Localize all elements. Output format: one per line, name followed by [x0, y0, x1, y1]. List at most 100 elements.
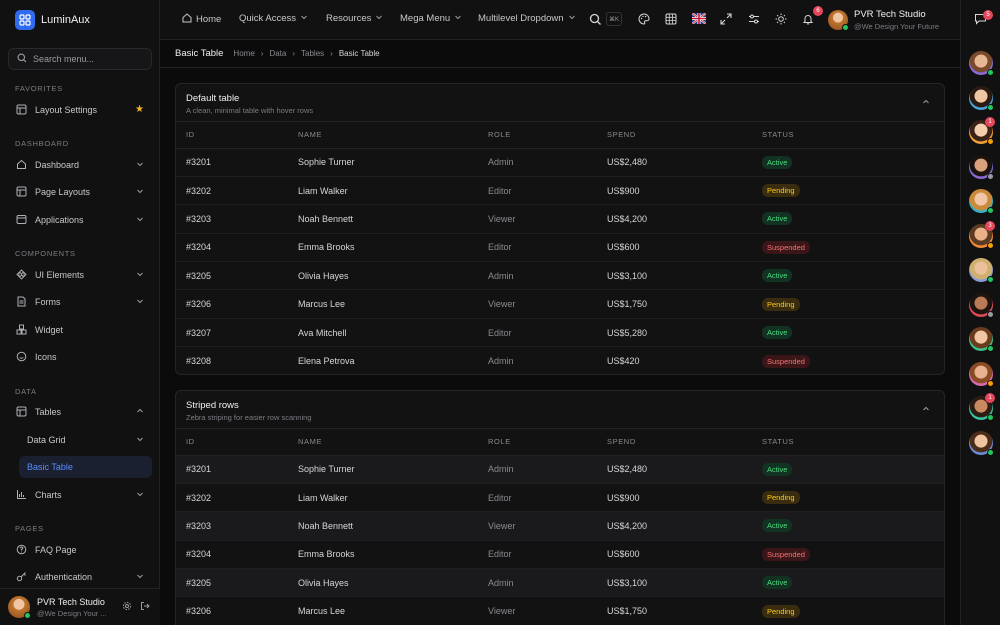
chevron-up-icon[interactable] — [922, 98, 930, 108]
sliders-icon[interactable] — [748, 13, 760, 27]
status-cell: Active — [762, 568, 944, 598]
contact-avatar[interactable]: 1 — [969, 117, 995, 145]
notification-badge: 6 — [813, 6, 823, 16]
palette-icon[interactable] — [638, 13, 650, 27]
sidebar-item-tables[interactable]: Tables — [8, 401, 152, 423]
nav-multilevel-dropdown[interactable]: Multilevel Dropdown — [478, 13, 576, 24]
sidebar-item-icons[interactable]: Icons — [8, 346, 152, 368]
avatar[interactable] — [8, 596, 31, 619]
sidebar-item-label: Applications — [35, 215, 84, 225]
breadcrumb-home[interactable]: Home — [233, 49, 254, 58]
table-row[interactable]: #3205 Olivia Hayes Admin US$3,100 Active — [176, 261, 944, 291]
logout-icon[interactable] — [140, 601, 150, 613]
contact-avatar[interactable] — [969, 85, 994, 111]
sidebar-item-authentication[interactable]: Authentication — [8, 566, 152, 588]
contact-avatar[interactable] — [969, 292, 994, 318]
fullscreen-icon[interactable] — [720, 13, 732, 27]
breadcrumb-tables[interactable]: Tables — [301, 49, 324, 58]
sidebar-item-dashboard[interactable]: Dashboard — [8, 154, 152, 176]
contact-avatar[interactable] — [969, 189, 994, 214]
user-menu[interactable]: PVR Tech Studio @We Design Your Future — [828, 9, 939, 31]
column-header-name[interactable]: NAME — [298, 122, 488, 149]
search-input[interactable] — [33, 54, 143, 64]
column-header-id[interactable]: ID — [176, 122, 298, 149]
table-row[interactable]: #3208 Elena Petrova Admin US$420 Suspended — [176, 347, 944, 374]
status-cell: Active — [762, 204, 944, 234]
column-header-role[interactable]: ROLE — [488, 122, 607, 149]
brand[interactable]: LuminAux — [15, 10, 90, 30]
smile-icon — [16, 351, 27, 364]
presence-status-dot — [987, 448, 994, 456]
sidebar-item-label: Dashboard — [35, 160, 80, 170]
status-cell: Pending — [762, 597, 944, 625]
nav-home[interactable]: Home — [182, 13, 221, 26]
status-cell: Pending — [762, 176, 944, 206]
table-row[interactable]: #3203 Noah Bennett Viewer US$4,200 Active — [176, 511, 944, 541]
breadcrumb-data[interactable]: Data — [269, 49, 286, 58]
contact-avatar[interactable] — [969, 258, 994, 283]
card-header: Default table A clean, minimal table wit… — [176, 84, 944, 122]
table-row[interactable]: #3202 Liam Walker Editor US$900 Pending — [176, 176, 944, 206]
nav-resources[interactable]: Resources — [326, 13, 383, 24]
role-cell: Admin — [488, 568, 607, 598]
sidebar-item-applications[interactable]: Applications — [8, 209, 152, 231]
sidebar-item-widget[interactable]: Widget — [8, 319, 152, 341]
table-row[interactable]: #3206 Marcus Lee Viewer US$1,750 Pending — [176, 289, 944, 319]
search-box[interactable] — [8, 48, 152, 70]
status-cell: Active — [762, 261, 944, 291]
column-header-id[interactable]: ID — [176, 429, 298, 456]
column-header-role[interactable]: ROLE — [488, 429, 607, 456]
contact-avatar[interactable] — [969, 361, 994, 387]
profile-subtitle: @We Design Your ... — [37, 608, 107, 618]
table-row[interactable]: #3207 Ava Mitchell Editor US$5,280 Active — [176, 318, 944, 348]
gear-icon[interactable] — [122, 601, 132, 613]
table-row[interactable]: #3204 Emma Brooks Editor US$600 Suspended — [176, 233, 944, 263]
nav-mega-menu[interactable]: Mega Menu — [400, 13, 462, 24]
name-cell: Sophie Turner — [298, 455, 488, 484]
sidebar-item-label: Basic Table — [27, 462, 73, 472]
column-header-spend[interactable]: SPEND — [607, 429, 762, 456]
table-row[interactable]: #3203 Noah Bennett Viewer US$4,200 Active — [176, 204, 944, 234]
contact-avatar[interactable] — [969, 51, 994, 76]
sidebar-item-ui-elements[interactable]: UI Elements — [8, 264, 152, 286]
grid-icon[interactable] — [665, 13, 677, 27]
column-header-status[interactable]: STATUS — [762, 122, 944, 149]
star-icon[interactable]: ★ — [135, 104, 144, 115]
table-row[interactable]: #3205 Olivia Hayes Admin US$3,100 Active — [176, 568, 944, 598]
status-badge: Active — [762, 269, 793, 283]
column-header-status[interactable]: STATUS — [762, 429, 944, 456]
breadcrumb: Home › Data › Tables › Basic Table — [233, 49, 379, 58]
unread-badge: 3 — [985, 220, 995, 231]
contact-avatar[interactable] — [969, 327, 994, 352]
table-row[interactable]: #3202 Liam Walker Editor US$900 Pending — [176, 483, 944, 513]
nav-quick-access[interactable]: Quick Access — [239, 13, 308, 24]
sidebar-item-data-grid[interactable]: Data Grid — [8, 429, 152, 451]
window-icon — [16, 214, 27, 227]
sidebar-item-layout-settings[interactable]: Layout Settings ★ — [8, 99, 152, 121]
contact-avatar[interactable] — [969, 154, 994, 180]
table-row[interactable]: #3201 Sophie Turner Admin US$2,480 Active — [176, 455, 944, 484]
column-header-name[interactable]: NAME — [298, 429, 488, 456]
status-cell: Suspended — [762, 233, 944, 263]
sidebar-item-forms[interactable]: Forms — [8, 291, 152, 313]
search-icon[interactable] — [589, 13, 602, 28]
sidebar-item-charts[interactable]: Charts — [8, 484, 152, 506]
table-row[interactable]: #3201 Sophie Turner Admin US$2,480 Active — [176, 148, 944, 177]
bell-icon[interactable] — [802, 13, 814, 27]
table-row[interactable]: #3206 Marcus Lee Viewer US$1,750 Pending — [176, 597, 944, 625]
spend-cell: US$600 — [607, 233, 762, 263]
contact-avatar[interactable]: 3 — [969, 220, 995, 249]
column-header-spend[interactable]: SPEND — [607, 122, 762, 149]
sun-icon[interactable] — [775, 13, 787, 27]
layout-icon — [16, 104, 27, 117]
chevron-up-icon[interactable] — [922, 405, 930, 415]
sidebar-item-faq-page[interactable]: FAQ Page — [8, 539, 152, 561]
sidebar-item-page-layouts[interactable]: Page Layouts — [8, 181, 152, 203]
presence-status-dot — [987, 172, 994, 180]
table-row[interactable]: #3204 Emma Brooks Editor US$600 Suspended — [176, 540, 944, 570]
sidebar-item-basic-table[interactable]: Basic Table — [19, 456, 152, 478]
contact-avatar[interactable] — [969, 430, 994, 456]
sidebar-profile[interactable]: PVR Tech Studio @We Design Your ... — [0, 588, 160, 625]
uk-flag-icon[interactable] — [691, 12, 707, 26]
contact-avatar[interactable]: 1 — [969, 393, 995, 421]
